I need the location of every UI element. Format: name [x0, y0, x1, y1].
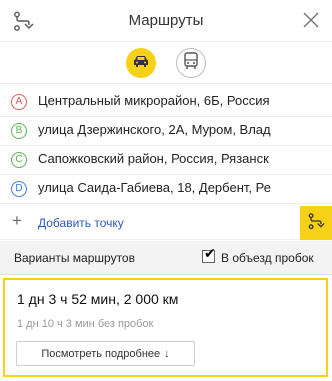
details-button[interactable]: Посмотреть подробнее ↓ [16, 341, 195, 366]
waypoint-input[interactable]: Сапожковский район, Россия, Рязанск [38, 151, 269, 166]
avoid-traffic-checkbox[interactable]: ✔ [202, 246, 216, 263]
avoid-traffic-label[interactable]: В объезд пробок [221, 251, 314, 265]
route-icon [307, 212, 325, 235]
waypoint-marker: D [11, 181, 27, 197]
route-time-without-traffic: 1 дн 10 ч 3 мин без пробок [17, 318, 154, 330]
waypoint-input[interactable]: улица Саида-Габиева, 18, Дербент, Ре [38, 180, 271, 195]
routes-panel: Маршруты A Центральный микрорайон, 6Б, Р… [0, 0, 332, 381]
route-duration-distance: 1 дн 3 ч 52 мин, 2 000 км [17, 291, 179, 307]
waypoint-input[interactable]: Центральный микрорайон, 6Б, Россия [38, 93, 270, 108]
car-mode-button[interactable] [126, 48, 156, 78]
bus-mode-button[interactable] [176, 48, 206, 78]
route-result-card[interactable]: 1 дн 3 ч 52 мин, 2 000 км 1 дн 10 ч 3 ми… [3, 278, 328, 377]
plus-icon: + [12, 211, 22, 230]
add-point-link[interactable]: Добавить точку [38, 216, 124, 230]
build-route-button[interactable] [300, 206, 332, 240]
panel-header: Маршруты [0, 0, 332, 42]
waypoint-marker: C [11, 152, 27, 168]
waypoint-list: A Центральный микрорайон, 6Б, Россия B у… [0, 88, 332, 204]
check-icon: ✔ [204, 245, 216, 261]
route-options: Варианты маршрутов ✔ В объезд пробок [0, 241, 332, 275]
transport-mode-switch [0, 42, 332, 84]
waypoint-row[interactable]: A Центральный микрорайон, 6Б, Россия [0, 88, 332, 117]
page-title: Маршруты [128, 12, 204, 29]
waypoint-row[interactable]: B улица Дзержинского, 2А, Муром, Влад [0, 117, 332, 146]
waypoint-marker: B [11, 123, 27, 139]
car-icon [132, 54, 150, 73]
add-point-row: + Добавить точку [0, 206, 332, 240]
bus-icon [183, 51, 199, 75]
waypoint-marker: A [11, 94, 27, 110]
route-variants-label[interactable]: Варианты маршрутов [14, 251, 135, 265]
waypoint-row[interactable]: D улица Саида-Габиева, 18, Дербент, Ре [0, 175, 332, 204]
close-icon[interactable] [302, 11, 320, 29]
waypoint-row[interactable]: C Сапожковский район, Россия, Рязанск [0, 146, 332, 175]
details-button-label: Посмотреть подробнее [41, 347, 161, 360]
waypoint-input[interactable]: улица Дзержинского, 2А, Муром, Влад [38, 122, 271, 137]
arrow-down-icon: ↓ [164, 347, 170, 360]
